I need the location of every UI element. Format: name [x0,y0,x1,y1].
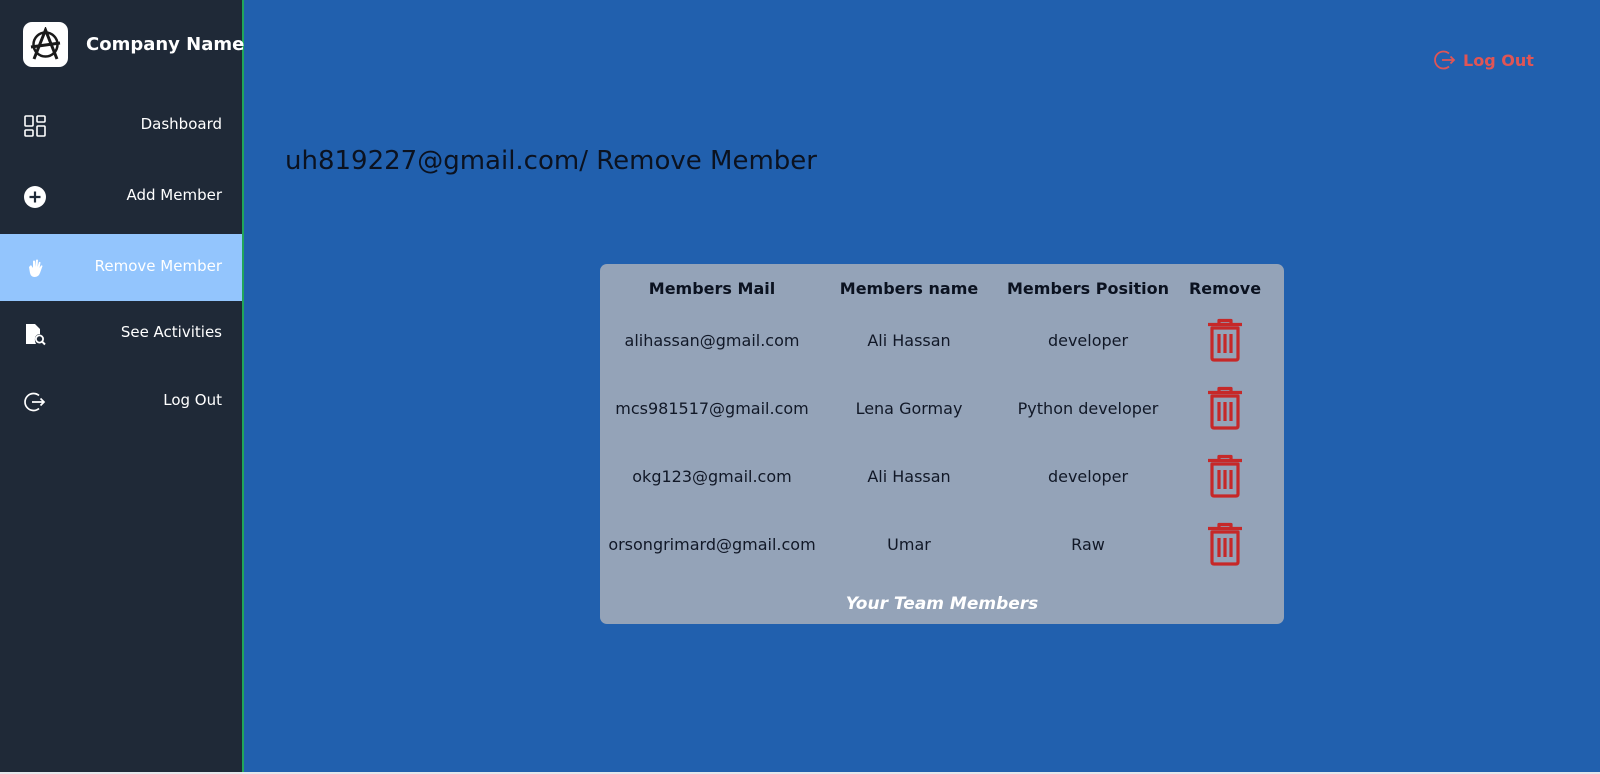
sidebar-item-label: Log Out [163,391,222,409]
member-mail: mcs981517@gmail.com [615,398,809,418]
plus-circle-icon [23,185,47,209]
members-card: Members Mail Members name Members Positi… [600,264,1284,624]
sidebar: Company Name Dashboard Add Member Remove… [0,0,244,772]
sidebar-item-add-member[interactable]: Add Member [0,163,242,230]
anarchy-logo-icon [23,22,68,67]
sidebar-item-label: Remove Member [94,257,222,275]
member-name: Umar [887,534,931,554]
remove-cell [1174,442,1276,510]
grid-icon [23,114,47,138]
sidebar-item-label: Add Member [126,186,222,204]
sidebar-item-remove-member[interactable]: Remove Member [0,234,242,301]
column-header-position: Members Position [1007,278,1169,298]
company-name: Company Name [86,34,245,55]
logout-label: Log Out [1463,51,1534,70]
member-name: Ali Hassan [867,466,951,486]
table-row: orsongrimard@gmail.com Umar Raw [608,510,1276,578]
trash-icon[interactable] [1205,522,1245,566]
column-header-mail: Members Mail [648,278,776,298]
table-row: okg123@gmail.com Ali Hassan developer [608,442,1276,510]
remove-cell [1174,510,1276,578]
sidebar-item-label: Dashboard [140,115,222,133]
table-caption: Your Team Members [845,594,1039,614]
trash-icon[interactable] [1205,318,1245,362]
document-search-icon [23,322,47,346]
column-header-remove: Remove [1188,278,1262,298]
trash-icon[interactable] [1205,454,1245,498]
sidebar-item-label: See Activities [120,323,222,341]
app: Company Name Dashboard Add Member Remove… [0,0,1600,774]
trash-icon[interactable] [1205,386,1245,430]
table-row: mcs981517@gmail.com Lena Gormay Python d… [608,374,1276,442]
member-mail: orsongrimard@gmail.com [608,534,816,554]
sidebar-item-log-out[interactable]: Log Out [0,368,242,435]
member-position: developer [1047,466,1129,486]
member-position: developer [1047,330,1129,350]
table-row: alihassan@gmail.com Ali Hassan developer [608,306,1276,374]
member-mail: alihassan@gmail.com [624,330,800,350]
logout-icon [1434,50,1456,70]
member-name: Lena Gormay [855,398,963,418]
hand-icon [23,256,47,280]
page-title: uh819227@gmail.com/ Remove Member [285,146,817,176]
column-header-name: Members name [839,278,979,298]
table-header-row: Members Mail Members name Members Positi… [608,270,1276,306]
header-logout-button[interactable]: Log Out [1433,48,1543,74]
member-position: Raw [1071,534,1105,554]
member-position: Python developer [1017,398,1159,418]
member-mail: okg123@gmail.com [632,466,792,486]
logout-icon [23,390,47,414]
member-name: Ali Hassan [867,330,951,350]
sidebar-item-dashboard[interactable]: Dashboard [0,92,242,159]
remove-cell [1174,306,1276,374]
brand: Company Name [23,22,244,68]
members-table: Members Mail Members name Members Positi… [608,270,1276,578]
sidebar-item-see-activities[interactable]: See Activities [0,300,242,367]
remove-cell [1174,374,1276,442]
main-content: Log Out uh819227@gmail.com/ Remove Membe… [244,0,1600,772]
